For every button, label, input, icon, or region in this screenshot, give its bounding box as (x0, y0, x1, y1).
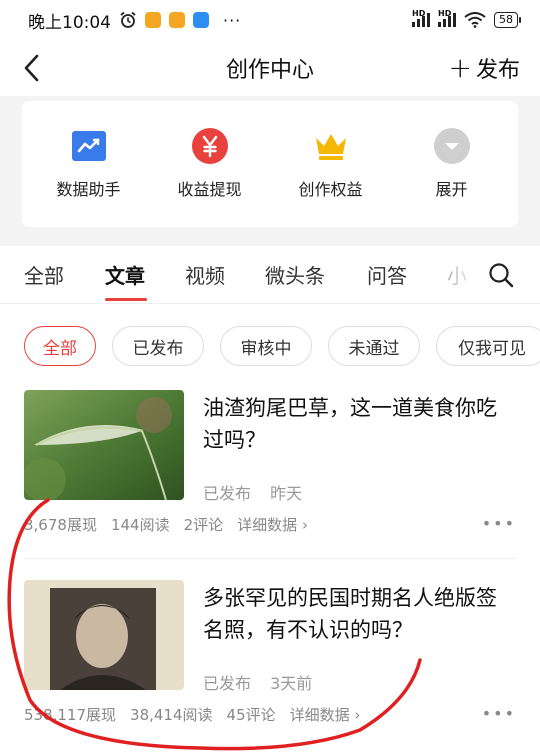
publish-button[interactable]: + 发布 (449, 52, 520, 84)
tool-label: 数据助手 (56, 180, 121, 199)
chevron-right-icon: › (301, 516, 308, 534)
filter-rejected[interactable]: 未通过 (328, 326, 420, 366)
tools-card: 数据助手 收益提现 创作权益 展开 (22, 101, 518, 227)
article-stats: 3,678展现 144阅读 2评论 详细数据 › (24, 514, 308, 535)
filter-all[interactable]: 全部 (24, 326, 96, 366)
active-tab-indicator (105, 298, 147, 301)
app-notification-icon (145, 12, 161, 28)
upload-notification-icon (193, 12, 209, 28)
article-title[interactable]: 多张罕见的民国时期名人绝版签名照，有不认识的吗？ (203, 582, 513, 646)
yuan-icon (191, 128, 228, 164)
views-count: 3,678展现 (24, 516, 97, 534)
signal-icon: HD (438, 9, 456, 27)
filter-published[interactable]: 已发布 (112, 326, 204, 366)
filter-reviewing[interactable]: 审核中 (220, 326, 312, 366)
tool-creator-rights[interactable]: 创作权益 (276, 128, 386, 200)
search-icon[interactable] (488, 262, 514, 288)
wifi-icon (464, 12, 486, 28)
tab-fade (440, 246, 480, 302)
publish-status: 已发布 (203, 484, 252, 503)
article-item[interactable]: 油渣狗尾巴草，这一道美食你吃过吗？ 已发布 昨天 3,678展现 144阅读 2… (0, 390, 540, 576)
plus-icon: + (448, 51, 472, 84)
page-title: 创作中心 (225, 58, 314, 83)
reads-count: 144阅读 (110, 516, 170, 534)
article-status: 已发布 昨天 (203, 480, 316, 504)
tab-all[interactable]: 全部 (24, 260, 64, 289)
tab-micro-posts[interactable]: 微头条 (265, 260, 325, 289)
article-thumbnail (24, 580, 184, 690)
nav-bar: 创作中心 + 发布 (0, 40, 540, 96)
filter-private[interactable]: 仅我可见 (436, 326, 540, 366)
article-status: 已发布 3天前 (203, 670, 326, 694)
more-options-icon[interactable]: ••• (482, 514, 516, 533)
tab-qa[interactable]: 问答 (367, 260, 407, 289)
publish-time: 昨天 (270, 484, 303, 503)
content-tabs: 全部 文章 视频 微头条 问答 小 (0, 246, 540, 304)
status-bar: 晚上10:04 ··· HD HD 58 (0, 0, 540, 40)
tab-videos[interactable]: 视频 (185, 260, 225, 289)
tab-articles[interactable]: 文章 (105, 260, 145, 289)
signal-icon: HD (412, 9, 430, 27)
publish-time: 3天前 (270, 674, 313, 693)
tool-expand[interactable]: 展开 (397, 128, 507, 200)
tool-label: 创作权益 (298, 180, 363, 199)
article-thumbnail (24, 390, 184, 500)
article-title[interactable]: 油渣狗尾巴草，这一道美食你吃过吗？ (203, 392, 513, 456)
detail-data-link[interactable]: 详细数据 › (290, 704, 361, 725)
more-options-icon[interactable]: ••• (482, 704, 516, 723)
article-item[interactable]: 多张罕见的民国时期名人绝版签名照，有不认识的吗？ 已发布 3天前 538,117… (0, 580, 540, 755)
app-notification-icon (169, 12, 185, 28)
filter-chips: 全部 已发布 审核中 未通过 仅我可见 (0, 304, 540, 388)
back-button[interactable] (18, 52, 46, 84)
detail-label: 详细数据 (237, 516, 298, 534)
publish-label: 发布 (475, 58, 520, 83)
status-time: 晚上10:04 (28, 12, 111, 33)
tool-label: 收益提现 (177, 180, 242, 199)
chevron-right-icon: › (354, 706, 361, 724)
reads-count: 38,414阅读 (130, 706, 213, 724)
alarm-icon (120, 11, 136, 28)
more-notifications-icon: ··· (223, 10, 242, 30)
detail-label: 详细数据 (289, 706, 350, 724)
battery-indicator: 58 (494, 12, 521, 28)
detail-data-link[interactable]: 详细数据 › (237, 514, 308, 535)
comments-count: 45评论 (226, 706, 276, 724)
chart-icon (71, 128, 107, 164)
publish-status: 已发布 (203, 674, 252, 693)
chevron-down-icon (433, 128, 470, 164)
tool-revenue-withdraw[interactable]: 收益提现 (155, 128, 265, 200)
article-stats: 538,117展现 38,414阅读 45评论 详细数据 › (24, 704, 360, 725)
tool-label: 展开 (435, 180, 468, 199)
tool-data-assistant[interactable]: 数据助手 (34, 128, 144, 200)
comments-count: 2评论 (183, 516, 224, 534)
crown-icon (313, 128, 349, 164)
views-count: 538,117展现 (24, 706, 117, 724)
divider (24, 558, 516, 559)
